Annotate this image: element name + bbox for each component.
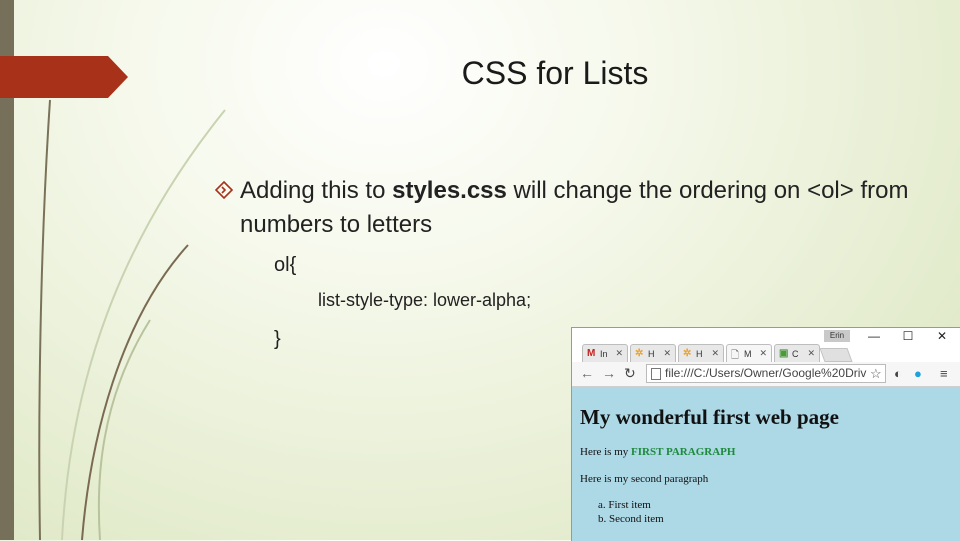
tab-close-icon[interactable]: ✕ xyxy=(663,348,671,359)
list-item: b. Second item xyxy=(598,513,664,525)
tab-strip: M In ✕ ✲ H ✕ ✲ H ✕ 🗋 M ✕ ▣ C ✕ xyxy=(572,342,960,362)
highlighted-text: FIRST PARAGRAPH xyxy=(631,446,736,458)
star-icon: ✲ xyxy=(635,348,644,359)
tab-close-icon[interactable]: ✕ xyxy=(615,348,623,359)
paragraph-text: Here is my xyxy=(580,446,632,458)
code-line-3: } xyxy=(274,328,281,350)
tab-close-icon[interactable]: ✕ xyxy=(711,348,719,359)
star-bookmark-icon[interactable]: ☆ xyxy=(870,366,882,382)
tab-label: In xyxy=(600,349,608,359)
paragraph-2: Here is my second paragraph xyxy=(580,473,709,485)
gmail-icon: M xyxy=(587,348,596,359)
bullet-text-part: Adding this to xyxy=(240,177,393,204)
list-item: a. First item xyxy=(598,499,651,511)
bullet-text: Adding this to styles.css will change th… xyxy=(240,174,914,242)
bullet-bold-filename: styles.css xyxy=(392,177,507,204)
forward-arrow-icon[interactable]: → xyxy=(602,365,616,381)
profile-chip[interactable]: Erin xyxy=(824,330,850,342)
extension-icon[interactable]: ◐ xyxy=(894,366,902,381)
tab-label: H xyxy=(648,349,655,359)
reload-icon[interactable]: ↻ xyxy=(624,365,636,382)
skype-icon[interactable]: ● xyxy=(914,366,922,381)
tab-label: M xyxy=(744,349,752,359)
slide-title: CSS for Lists xyxy=(461,55,649,91)
title-accent-tab xyxy=(0,56,128,98)
page-viewport: My wonderful first web page Here is my F… xyxy=(572,387,960,541)
back-arrow-icon[interactable]: ← xyxy=(580,365,594,381)
paragraph-1: Here is my FIRST PARAGRAPH xyxy=(580,446,735,458)
maximize-icon[interactable]: ☐ xyxy=(898,329,918,343)
tab-active-page[interactable]: 🗋 M ✕ xyxy=(726,344,772,362)
browser-toolbar: ← → ↻ file:///C:/Users/Owner/Google%20Dr… xyxy=(572,362,960,387)
browser-screenshot: Erin — ☐ ✕ M In ✕ ✲ H ✕ ✲ H ✕ 🗋 M ✕ ▣ C … xyxy=(571,327,960,541)
code-line-2: list-style-type: lower-alpha; xyxy=(318,290,532,310)
diamond-bullet-icon xyxy=(214,180,234,200)
menu-icon[interactable]: ≡ xyxy=(940,366,948,381)
tab-gmail[interactable]: M In ✕ xyxy=(582,344,628,362)
url-text: file:///C:/Users/Owner/Google%20Driv xyxy=(665,366,867,380)
tab-label: H xyxy=(696,349,703,359)
bullet-point: Adding this to styles.css will change th… xyxy=(214,174,914,242)
star-icon: ✲ xyxy=(683,348,692,359)
tab-2[interactable]: ✲ H ✕ xyxy=(630,344,676,362)
page-icon xyxy=(651,368,661,380)
tab-5[interactable]: ▣ C ✕ xyxy=(774,344,820,362)
tab-close-icon[interactable]: ✕ xyxy=(759,348,767,359)
new-tab-button[interactable] xyxy=(819,348,853,362)
page-heading: My wonderful first web page xyxy=(580,405,839,429)
extension-icon: ▣ xyxy=(779,348,789,359)
tab-close-icon[interactable]: ✕ xyxy=(807,348,815,359)
close-icon[interactable]: ✕ xyxy=(932,329,952,343)
address-bar[interactable]: file:///C:/Users/Owner/Google%20Driv xyxy=(646,364,886,383)
code-line-1: ol{ xyxy=(274,254,297,276)
tab-label: C xyxy=(792,349,799,359)
tab-3[interactable]: ✲ H ✕ xyxy=(678,344,724,362)
minimize-icon[interactable]: — xyxy=(864,329,884,343)
